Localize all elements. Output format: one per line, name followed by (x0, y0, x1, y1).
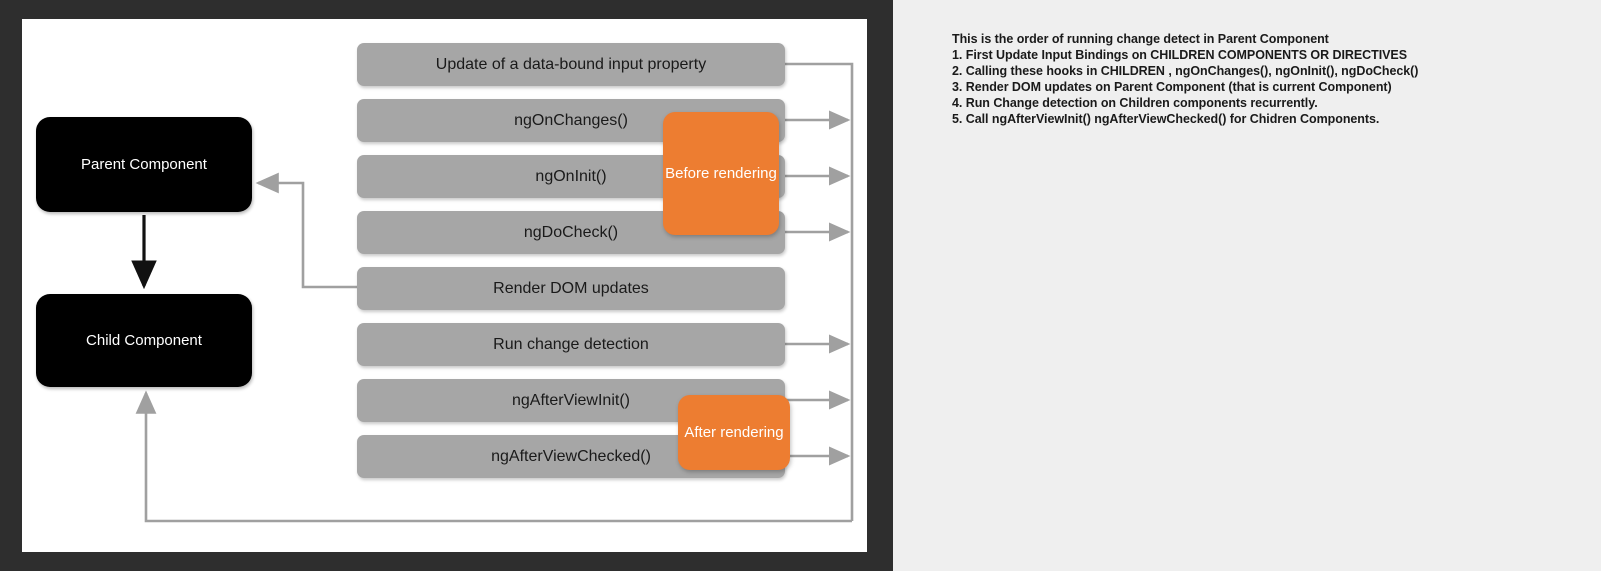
notes-line-2: 2. Calling these hooks in CHILDREN , ngO… (952, 64, 1419, 78)
slide-frame: Parent Component Child Component Update … (0, 0, 893, 571)
notes-line-5: 5. Call ngAfterViewInit() ngAfterViewChe… (952, 112, 1380, 126)
notes-line-3: 3. Render DOM updates on Parent Componen… (952, 80, 1392, 94)
arrow-render-to-parent (255, 172, 357, 289)
notes-text-block: This is the order of running change dete… (952, 31, 1572, 127)
stage-bar-render-dom-updates[interactable]: Render DOM updates (357, 267, 785, 310)
child-component-label: Child Component (86, 332, 202, 349)
phase-callout-before-rendering[interactable]: Before rendering (663, 112, 779, 235)
stage-bar-update-input-property[interactable]: Update of a data-bound input property (357, 43, 785, 86)
parent-component-label: Parent Component (81, 156, 207, 173)
child-component-box[interactable]: Child Component (36, 294, 252, 387)
stage-bar-label: ngAfterViewChecked() (491, 447, 651, 465)
notes-line-4: 4. Run Change detection on Children comp… (952, 96, 1318, 110)
notes-line-heading: This is the order of running change dete… (952, 32, 1329, 46)
parent-component-box[interactable]: Parent Component (36, 117, 252, 212)
stage-bar-label: ngOnInit() (535, 167, 607, 185)
phase-callout-after-rendering[interactable]: After rendering (678, 395, 790, 470)
stage-bar-label: ngDoCheck() (523, 223, 619, 241)
slide-canvas: Parent Component Child Component Update … (22, 19, 867, 552)
notes-line-1: 1. First Update Input Bindings on CHILDR… (952, 48, 1407, 62)
phase-callout-label: Before rendering (665, 165, 777, 182)
trunk-right (785, 62, 854, 521)
stage-bar-run-change-detection[interactable]: Run change detection (357, 323, 785, 366)
stage-bar-label: Update of a data-bound input property (435, 55, 707, 73)
stage-bar-label: ngOnChanges() (514, 111, 628, 129)
stage-bar-label: Run change detection (493, 335, 649, 353)
phase-callout-label: After rendering (684, 424, 784, 441)
notes-panel: This is the order of running change dete… (893, 0, 1601, 571)
stage-bar-label: Render DOM updates (493, 279, 649, 297)
stage-bar-label: ngAfterViewInit() (512, 391, 630, 409)
